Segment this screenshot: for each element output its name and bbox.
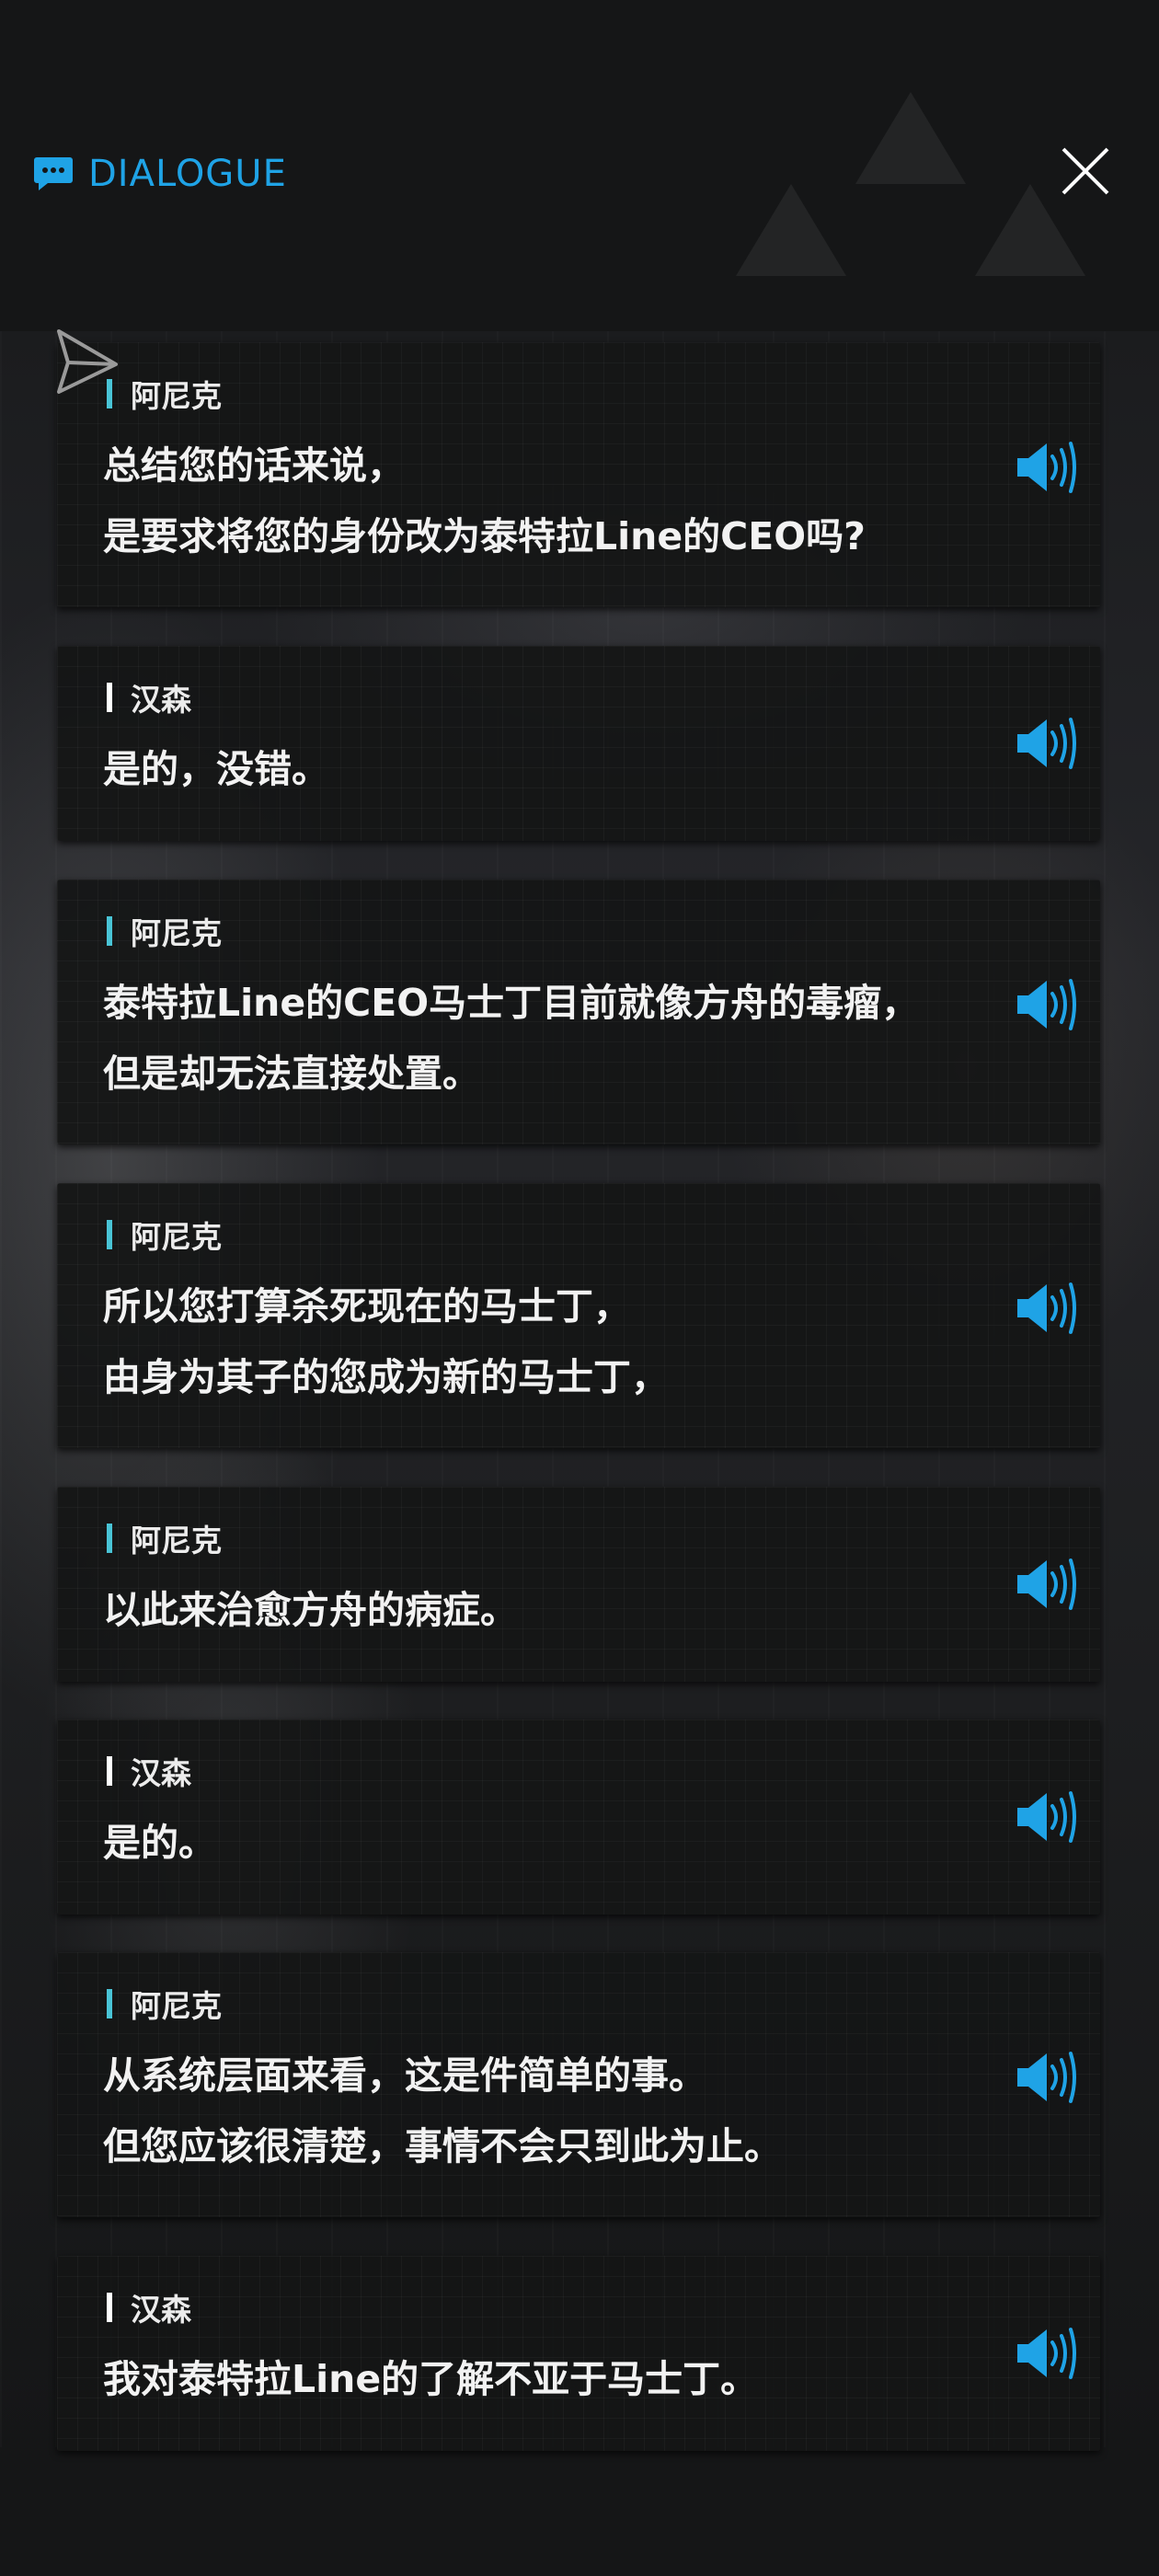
- speaker-tag: 汉森: [107, 675, 191, 719]
- close-icon: [1061, 147, 1109, 195]
- dialogue-card: 阿尼克以此来治愈方舟的病症。: [57, 1487, 1100, 1682]
- speaker-icon: [1017, 2328, 1076, 2379]
- speaker-color-bar: [107, 1756, 112, 1786]
- speaker-icon: [1017, 1282, 1076, 1334]
- speaker-name: 阿尼克: [131, 915, 222, 951]
- dialogue-header: DIALOGUE: [0, 0, 1159, 304]
- speaker-icon: [1017, 1558, 1076, 1610]
- play-voice-button[interactable]: [1016, 1789, 1082, 1845]
- speaker-tag: 阿尼克: [107, 1982, 222, 2026]
- speaker-name: 阿尼克: [131, 1988, 222, 2024]
- play-voice-button[interactable]: [1016, 1557, 1082, 1612]
- speaker-tag: 阿尼克: [107, 909, 222, 953]
- dialogue-card: 阿尼克泰特拉Line的CEO马士丁目前就像方舟的毒瘤， 但是却无法直接处置。: [57, 880, 1100, 1144]
- dialogue-line: 所以您打算杀死现在的马士丁，: [103, 1284, 631, 1328]
- dialogue-card: 阿尼克从系统层面来看，这是件简单的事。但您应该很清楚，事情不会只到此为止。: [57, 1952, 1100, 2217]
- play-voice-button[interactable]: [1016, 1281, 1082, 1336]
- dialogue-line: 我对泰特拉Line的了解不亚于马士丁。: [103, 2357, 759, 2401]
- send-paper-plane-icon: [57, 329, 118, 394]
- dialogue-line: 泰特拉Line的CEO马士丁目前就像方舟的毒瘤，: [103, 981, 920, 1025]
- speaker-name: 阿尼克: [131, 1219, 222, 1255]
- dialogue-line: 是的，没错。: [103, 747, 329, 791]
- play-voice-button[interactable]: [1016, 977, 1082, 1032]
- play-voice-button[interactable]: [1016, 2050, 1082, 2105]
- speaker-color-bar: [107, 2293, 112, 2322]
- speaker-icon: [1017, 979, 1076, 1030]
- speaker-tag: 汉森: [107, 2285, 191, 2329]
- dialogue-line: 但您应该很清楚，事情不会只到此为止。: [103, 2124, 782, 2168]
- dialogue-card: 阿尼克总结您的话来说， 是要求将您的身份改为泰特拉Line的CEO吗?: [57, 342, 1100, 607]
- chat-bubble-icon: [34, 157, 73, 190]
- speaker-name: 阿尼克: [131, 378, 222, 414]
- speaker-color-bar: [107, 1524, 112, 1553]
- speaker-name: 汉森: [131, 682, 191, 718]
- dialogue-line: 总结您的话来说，: [103, 443, 405, 488]
- dialogue-line: 以此来治愈方舟的病症。: [103, 1588, 518, 1632]
- speaker-tag: 阿尼克: [107, 372, 222, 416]
- dialogue-card: 汉森我对泰特拉Line的了解不亚于马士丁。: [57, 2256, 1100, 2451]
- play-voice-button[interactable]: [1016, 716, 1082, 771]
- dialogue-log-screen: DIALOGUE 阿尼克 总结您的话来说， 是要求将您的身份改为泰特拉Line的CE…: [0, 0, 1159, 2576]
- speaker-name: 汉森: [131, 2292, 191, 2328]
- play-voice-button[interactable]: [1016, 440, 1082, 495]
- speaker-name: 汉森: [131, 1755, 191, 1791]
- close-button[interactable]: [1060, 145, 1111, 197]
- speaker-color-bar: [107, 916, 112, 946]
- speaker-icon: [1017, 2052, 1076, 2103]
- dialogue-card: 汉森 是的。: [57, 1719, 1100, 1915]
- dialogue-card: 阿尼克所以您打算杀死现在的马士丁， 由身为其子的您成为新的马士丁，: [57, 1183, 1100, 1448]
- dialogue-title: DIALOGUE: [88, 153, 287, 195]
- speaker-tag: 阿尼克: [107, 1213, 222, 1257]
- speaker-icon: [1017, 442, 1076, 493]
- dialogue-line: 但是却无法直接处置。: [103, 1052, 480, 1096]
- speaker-name: 阿尼克: [131, 1523, 222, 1558]
- dialogue-card: 汉森是的，没错。: [57, 646, 1100, 841]
- speaker-color-bar: [107, 683, 112, 712]
- dialogue-line: 从系统层面来看，这是件简单的事。: [103, 2053, 706, 2098]
- dialogue-title-group: DIALOGUE: [33, 153, 287, 195]
- speaker-icon: [1017, 718, 1076, 769]
- speaker-icon: [1017, 1791, 1076, 1843]
- speaker-color-bar: [107, 1989, 112, 2018]
- dialogue-line: 是的。: [103, 1821, 216, 1865]
- dialogue-line: 由身为其子的您成为新的马士丁，: [103, 1355, 669, 1399]
- speaker-tag: 阿尼克: [107, 1516, 222, 1560]
- dialogue-line: 是要求将您的身份改为泰特拉Line的CEO吗?: [103, 514, 866, 558]
- speaker-color-bar: [107, 1220, 112, 1249]
- speaker-tag: 汉森: [107, 1749, 191, 1793]
- play-voice-button[interactable]: [1016, 2326, 1082, 2381]
